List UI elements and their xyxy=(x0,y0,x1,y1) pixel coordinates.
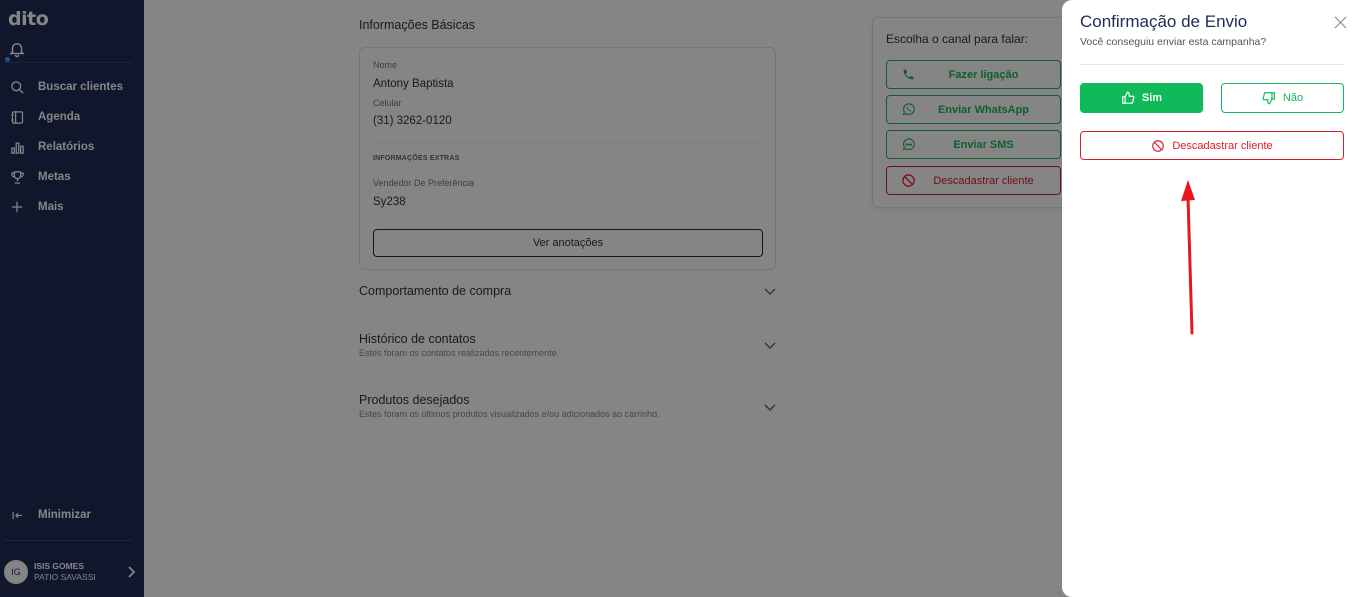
minimize-row[interactable]: Minimizar xyxy=(0,500,144,530)
send-confirmation-panel: Confirmação de Envio Você conseguiu envi… xyxy=(1062,0,1361,597)
accordion-subtitle: Estes foram os contatos realizados recen… xyxy=(359,348,560,358)
accordion-title: Histórico de contatos xyxy=(359,332,476,346)
call-button[interactable]: Fazer ligação xyxy=(886,60,1061,89)
chevron-right-icon[interactable] xyxy=(126,566,136,578)
nav-item-agenda[interactable]: Agenda xyxy=(0,102,144,132)
divider xyxy=(4,62,132,63)
view-notes-button[interactable]: Ver anotações xyxy=(373,229,763,257)
sidebar-nav: Buscar clientes Agenda Relatórios Metas … xyxy=(0,72,144,222)
nav-item-relatorios[interactable]: Relatórios xyxy=(0,132,144,162)
user-name: ISIS GOMES xyxy=(34,561,85,571)
seller-label: Vendedor De Preferência xyxy=(373,178,475,188)
minimize-label: Minimizar xyxy=(38,509,92,521)
nav-item-buscar-clientes[interactable]: Buscar clientes xyxy=(0,72,144,102)
nav-item-mais[interactable]: Mais xyxy=(0,192,144,222)
divider xyxy=(1080,64,1344,65)
sidebar: dito Buscar clientes Agenda Relatórios M… xyxy=(0,0,144,597)
chevron-down-icon[interactable] xyxy=(764,342,776,350)
accordion-historico[interactable]: Histórico de contatos Estes foram os con… xyxy=(359,332,776,358)
annotation-arrow xyxy=(1181,180,1195,335)
nav-label: Relatórios xyxy=(38,141,95,153)
basic-info-title: Informações Básicas xyxy=(359,18,476,32)
agenda-icon xyxy=(9,109,25,125)
minimize-button[interactable]: Minimizar xyxy=(0,500,144,530)
channel-title: Escolha o canal para falar: xyxy=(886,32,1029,46)
nav-label: Metas xyxy=(38,171,71,183)
trophy-icon xyxy=(9,169,25,185)
name-value: Antony Baptista xyxy=(373,78,454,90)
phone-label: Celular xyxy=(373,98,402,108)
search-icon xyxy=(9,79,25,95)
accordion-title: Produtos desejados xyxy=(359,393,470,407)
nav-label: Agenda xyxy=(38,111,81,123)
basic-info-card: Nome Antony Baptista Celular (31) 3262-0… xyxy=(359,47,776,270)
bar-chart-icon xyxy=(9,139,25,155)
divider xyxy=(4,540,132,541)
ban-icon xyxy=(1152,139,1165,152)
unsubscribe-button[interactable]: Descadastrar cliente xyxy=(1080,131,1344,160)
chevron-down-icon[interactable] xyxy=(764,404,776,412)
chevron-down-icon[interactable] xyxy=(764,288,776,296)
bell-icon[interactable] xyxy=(8,40,26,58)
unsubscribe-channel-button[interactable]: Descadastrar cliente xyxy=(886,166,1061,195)
phone-icon xyxy=(900,67,916,83)
close-icon[interactable] xyxy=(1334,16,1347,29)
seller-value: Sy238 xyxy=(373,196,406,208)
divider xyxy=(373,142,762,143)
nav-label: Mais xyxy=(38,201,64,213)
plus-icon xyxy=(9,199,25,215)
panel-subtitle: Você conseguiu enviar esta campanha? xyxy=(1080,36,1267,48)
extra-info-title: INFORMAÇÕES EXTRAS xyxy=(373,155,460,162)
yes-button[interactable]: Sim xyxy=(1080,83,1203,113)
channel-card: Escolha o canal para falar: Fazer ligaçã… xyxy=(872,17,1068,208)
thumbs-up-icon xyxy=(1122,91,1135,104)
panel-title: Confirmação de Envio xyxy=(1080,12,1248,31)
nav-item-metas[interactable]: Metas xyxy=(0,162,144,192)
user-info: ISIS GOMES PATIO SAVASSI xyxy=(34,561,126,583)
no-button[interactable]: Não xyxy=(1221,83,1344,113)
thumbs-down-icon xyxy=(1262,92,1275,105)
accordion-title: Comportamento de compra xyxy=(359,284,512,298)
yes-label: Sim xyxy=(1141,92,1163,104)
nav-label: Buscar clientes xyxy=(38,81,124,93)
unsubscribe-label: Descadastrar cliente xyxy=(1172,139,1273,152)
collapse-left-icon xyxy=(9,507,25,523)
whatsapp-icon xyxy=(900,102,916,118)
user-store: PATIO SAVASSI xyxy=(34,572,96,582)
accordion-produtos[interactable]: Produtos desejados Estes foram os último… xyxy=(359,393,776,419)
dito-logo[interactable]: dito xyxy=(8,8,49,30)
whatsapp-button[interactable]: Enviar WhatsApp xyxy=(886,95,1061,124)
user-profile[interactable]: IG ISIS GOMES PATIO SAVASSI xyxy=(4,558,136,586)
accordion-comportamento[interactable]: Comportamento de compra xyxy=(359,284,776,298)
accordion-subtitle: Estes foram os últimos produtos visualiz… xyxy=(359,409,660,419)
ban-icon xyxy=(900,173,916,189)
chat-icon xyxy=(900,137,916,153)
no-label: Não xyxy=(1282,92,1304,104)
phone-value: (31) 3262-0120 xyxy=(373,115,452,127)
avatar: IG xyxy=(4,560,28,584)
name-label: Nome xyxy=(373,60,398,70)
sms-button[interactable]: Enviar SMS xyxy=(886,130,1061,159)
